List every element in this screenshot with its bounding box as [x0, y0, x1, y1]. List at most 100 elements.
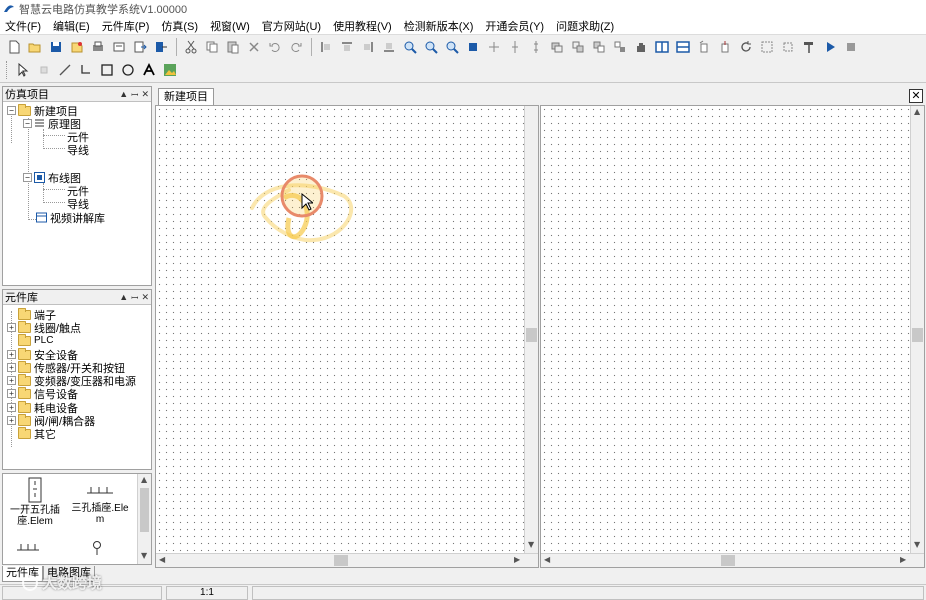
scroll-right-icon[interactable]: ▶ — [900, 555, 906, 564]
part-tile[interactable]: 三孔插座.Elem — [69, 477, 131, 532]
expand-icon[interactable]: + — [7, 363, 16, 372]
zoom-box-button[interactable] — [463, 37, 483, 57]
right-canvas-hscroll[interactable]: ◀ ▶ — [541, 553, 924, 567]
align-left-button[interactable] — [316, 37, 336, 57]
polyline-tool-button[interactable] — [76, 60, 96, 80]
parts-scroll-thumb[interactable] — [140, 488, 149, 532]
collapse-icon[interactable]: − — [23, 119, 32, 128]
disabled-tool-button[interactable] — [34, 60, 54, 80]
split-vertical-button[interactable] — [652, 37, 672, 57]
send-back-button[interactable] — [610, 37, 630, 57]
rect-tool-button[interactable] — [97, 60, 117, 80]
tree-node-video[interactable]: 视频讲解库 — [36, 211, 105, 225]
menu-simulate[interactable]: 仿真(S) — [155, 18, 204, 34]
ellipse-tool-button[interactable] — [118, 60, 138, 80]
node-button[interactable] — [484, 37, 504, 57]
cut-button[interactable] — [181, 37, 201, 57]
tree-node-sch-wires[interactable]: 导线 — [67, 143, 89, 157]
pan-button[interactable] — [631, 37, 651, 57]
menu-edit[interactable]: 编辑(E) — [47, 18, 96, 34]
right-canvas-vscroll[interactable]: ▲ ▼ — [910, 106, 924, 553]
menu-tutorial[interactable]: 使用教程(V) — [327, 18, 398, 34]
align-top-button[interactable] — [337, 37, 357, 57]
lib-item-signal[interactable]: + 信号设备 — [7, 386, 78, 401]
menu-check-update[interactable]: 检测新版本(X) — [398, 18, 480, 34]
expand-icon[interactable]: + — [7, 389, 16, 398]
tree-node-wire-wires[interactable]: 导线 — [67, 197, 89, 211]
scroll-left-icon[interactable]: ◀ — [159, 555, 165, 564]
schematic-canvas[interactable]: ▼ ◀ ▶ — [155, 105, 539, 568]
paste-button[interactable] — [223, 37, 243, 57]
zoom-fit-button[interactable] — [442, 37, 462, 57]
scroll-left-icon[interactable]: ◀ — [544, 555, 550, 564]
panel-pin-icon[interactable]: ꟷ — [131, 88, 138, 101]
panel-menu-icon[interactable]: ▲ — [119, 292, 128, 302]
part-tile[interactable] — [15, 540, 55, 560]
panel-close-icon[interactable]: ✕ — [141, 292, 149, 303]
stop-button[interactable] — [841, 37, 861, 57]
scroll-down-icon[interactable]: ▼ — [141, 551, 147, 560]
panel-close-icon[interactable]: ✕ — [141, 89, 149, 100]
expand-icon[interactable]: + — [7, 403, 16, 412]
panel-menu-icon[interactable]: ▲ — [119, 89, 128, 99]
tool-button[interactable] — [799, 37, 819, 57]
save-button[interactable] — [46, 37, 66, 57]
redo-button[interactable] — [286, 37, 306, 57]
left-vscroll-thumb[interactable] — [526, 328, 537, 342]
exit-button[interactable] — [151, 37, 171, 57]
open-button[interactable] — [25, 37, 45, 57]
menu-website[interactable]: 官方网站(U) — [256, 18, 327, 34]
left-canvas-vscroll[interactable]: ▼ — [524, 106, 538, 553]
lib-item-coil[interactable]: + 线圈/触点 — [7, 320, 81, 335]
undo-button[interactable] — [265, 37, 285, 57]
lib-item-plc[interactable]: PLC — [7, 333, 53, 347]
expand-icon[interactable]: + — [7, 323, 16, 332]
menu-membership[interactable]: 开通会员(Y) — [479, 18, 550, 34]
menu-help[interactable]: 问题求助(Z) — [550, 18, 620, 34]
refresh-button[interactable] — [736, 37, 756, 57]
image-tool-button[interactable] — [160, 60, 180, 80]
node-v-button[interactable] — [505, 37, 525, 57]
expand-icon[interactable]: + — [7, 350, 16, 359]
select-tool-button[interactable] — [13, 60, 33, 80]
print-button[interactable] — [88, 37, 108, 57]
node-h-button[interactable] — [526, 37, 546, 57]
left-hscroll-thumb[interactable] — [334, 555, 348, 566]
wiring-canvas[interactable]: ▲ ▼ ◀ ▶ — [540, 105, 925, 568]
collapse-icon[interactable]: − — [23, 173, 32, 182]
bring-front-button[interactable] — [589, 37, 609, 57]
rotate-left-button[interactable] — [694, 37, 714, 57]
group-button[interactable] — [547, 37, 567, 57]
menu-library[interactable]: 元件库(P) — [96, 18, 156, 34]
text-tool-button[interactable] — [139, 60, 159, 80]
print-preview-button[interactable] — [109, 37, 129, 57]
part-tile[interactable]: 一开五孔插座.Elem — [5, 477, 65, 532]
scroll-right-icon[interactable]: ▶ — [514, 555, 520, 564]
doc-tab-new-project[interactable]: 新建项目 — [158, 88, 214, 105]
scroll-up-icon[interactable]: ▲ — [914, 107, 920, 116]
panel-pin-icon[interactable]: ꟷ — [131, 291, 138, 304]
zoom-in-button[interactable] — [400, 37, 420, 57]
select-area-button[interactable] — [757, 37, 777, 57]
split-horizontal-button[interactable] — [673, 37, 693, 57]
zoom-out-button[interactable] — [421, 37, 441, 57]
right-hscroll-thumb[interactable] — [721, 555, 735, 566]
menu-file[interactable]: 文件(F) — [0, 18, 47, 34]
menu-window[interactable]: 视窗(W) — [204, 18, 256, 34]
right-vscroll-thumb[interactable] — [912, 328, 923, 342]
scroll-down-icon[interactable]: ▼ — [914, 540, 920, 549]
collapse-icon[interactable]: − — [7, 106, 16, 115]
rotate-right-button[interactable] — [715, 37, 735, 57]
scroll-down-icon[interactable]: ▼ — [528, 540, 534, 549]
expand-icon[interactable]: + — [7, 416, 16, 425]
ungroup-button[interactable] — [568, 37, 588, 57]
align-right-button[interactable] — [358, 37, 378, 57]
toolbar-grip[interactable] — [6, 61, 9, 79]
select-all-button[interactable] — [778, 37, 798, 57]
part-tile[interactable] — [91, 540, 111, 560]
delete-button[interactable] — [244, 37, 264, 57]
lib-item-other[interactable]: 其它 — [7, 426, 56, 441]
new-button[interactable] — [4, 37, 24, 57]
scroll-up-icon[interactable]: ▲ — [141, 475, 147, 484]
export-button[interactable] — [130, 37, 150, 57]
